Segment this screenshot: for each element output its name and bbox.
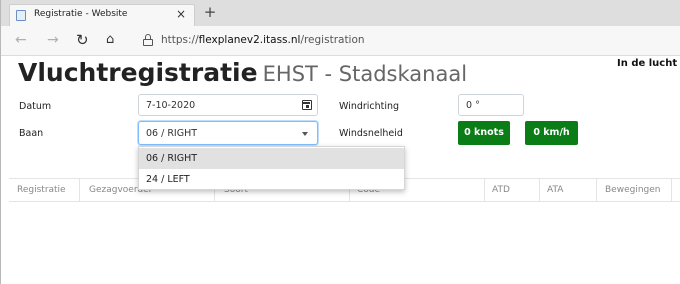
address-bar: ← → ↻ ⌂ https://flexplanev2.itass.nl/reg… bbox=[1, 26, 680, 56]
url-prefix: https:// bbox=[161, 34, 199, 46]
datum-input[interactable]: 7-10-2020 bbox=[138, 94, 318, 116]
new-tab-button[interactable]: + bbox=[201, 4, 219, 22]
datum-label: Datum bbox=[19, 101, 52, 112]
windrichting-value: 0 ° bbox=[466, 100, 480, 111]
windrichting-label: Windrichting bbox=[339, 101, 400, 112]
baan-value: 06 / RIGHT bbox=[146, 128, 198, 139]
windrichting-input[interactable]: 0 ° bbox=[458, 94, 524, 116]
home-icon[interactable]: ⌂ bbox=[106, 32, 114, 48]
baan-option-24-left[interactable]: 24 / LEFT bbox=[139, 169, 404, 190]
close-tab-icon[interactable]: × bbox=[176, 7, 186, 21]
browser-window: Registratie - Website × + ← → ↻ ⌂ https:… bbox=[0, 0, 680, 284]
forward-icon[interactable]: → bbox=[47, 32, 59, 48]
reload-icon[interactable]: ↻ bbox=[76, 32, 89, 48]
column-atd[interactable]: ATD bbox=[492, 185, 510, 195]
calendar-icon[interactable] bbox=[302, 100, 312, 110]
baan-select[interactable]: 06 / RIGHT bbox=[138, 121, 318, 145]
windsnelheid-label: Windsnelheid bbox=[339, 128, 403, 139]
baan-dropdown-list: 06 / RIGHT 24 / LEFT bbox=[138, 146, 405, 190]
column-bewegingen[interactable]: Bewegingen bbox=[605, 185, 660, 195]
url-field[interactable]: https://flexplanev2.itass.nl/registratio… bbox=[161, 34, 365, 46]
browser-tab[interactable]: Registratie - Website × bbox=[9, 4, 195, 26]
page-favicon-icon bbox=[16, 10, 26, 21]
windspeed-kmh-badge: 0 km/h bbox=[525, 121, 578, 145]
chevron-down-icon[interactable] bbox=[302, 132, 308, 136]
tab-strip: Registratie - Website × + bbox=[1, 0, 680, 26]
page-title-main: Vluchtregistratie bbox=[18, 58, 258, 87]
url-host: flexplanev2.itass.nl bbox=[198, 34, 301, 46]
baan-option-06-right[interactable]: 06 / RIGHT bbox=[139, 148, 404, 169]
windspeed-knots-badge: 0 knots bbox=[458, 121, 510, 145]
baan-label: Baan bbox=[19, 128, 44, 139]
back-icon[interactable]: ← bbox=[15, 32, 27, 48]
flight-status: In de lucht bbox=[617, 58, 678, 69]
page-title-airfield: EHST - Stadskanaal bbox=[262, 62, 468, 86]
column-ata[interactable]: ATA bbox=[547, 185, 563, 195]
tab-title: Registratie - Website bbox=[34, 9, 128, 19]
url-path: /registration bbox=[300, 34, 365, 46]
page-title: Vluchtregistratie EHST - Stadskanaal bbox=[18, 58, 467, 87]
lock-icon[interactable] bbox=[143, 34, 153, 46]
datum-value: 7-10-2020 bbox=[146, 100, 196, 111]
column-registratie[interactable]: Registratie bbox=[17, 185, 66, 195]
